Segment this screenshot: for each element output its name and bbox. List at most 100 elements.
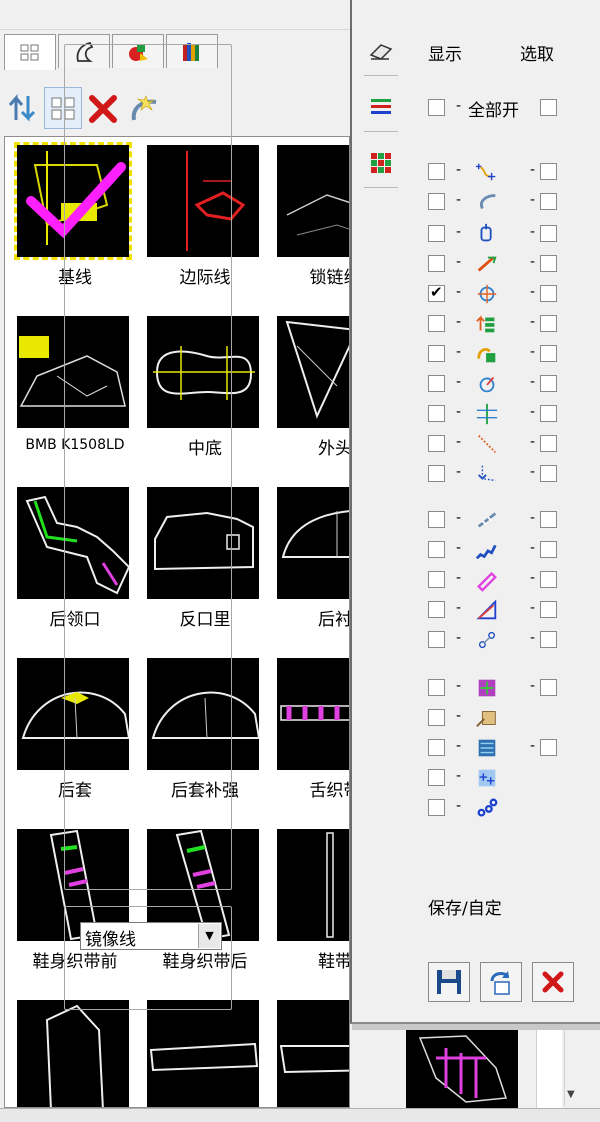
pattern-preview-icon [280, 705, 349, 721]
triangle-icon [472, 598, 502, 622]
layer-row: -- [364, 312, 557, 336]
cancel-button[interactable] [532, 962, 574, 1002]
pattern-preview-icon [418, 1035, 508, 1103]
pattern-tile[interactable] [143, 996, 268, 1107]
layer-show-checkbox[interactable] [428, 631, 445, 648]
pattern-tile[interactable]: 外头 [273, 312, 349, 472]
pattern-tile[interactable]: 鞋带 [273, 825, 349, 985]
layer-select-checkbox[interactable] [540, 193, 557, 210]
layer-show-checkbox[interactable] [428, 405, 445, 422]
layer-show-checkbox[interactable] [428, 541, 445, 558]
dash: - [530, 464, 536, 480]
layer-row: -- [364, 372, 557, 396]
layer-show-checkbox[interactable] [428, 799, 445, 816]
pattern-thumbnail[interactable] [277, 829, 349, 941]
dash: - [456, 162, 462, 178]
layer-show-checkbox[interactable] [428, 435, 445, 452]
preset-select[interactable]: 镜像线 ▼ [80, 922, 222, 950]
pattern-thumbnail[interactable] [277, 487, 349, 599]
layer-show-checkbox[interactable] [428, 571, 445, 588]
scrollbar[interactable]: ▼ [564, 1030, 582, 1106]
layer-select-checkbox[interactable] [540, 435, 557, 452]
tape-icon [472, 568, 502, 592]
pattern-tile[interactable] [13, 996, 138, 1107]
partial-thumbnail[interactable] [406, 1028, 518, 1108]
all-on-label: 全部开 [468, 101, 519, 121]
reference-icon [472, 282, 502, 306]
scroll-down-icon[interactable]: ▼ [567, 1089, 575, 1100]
texture-icon [472, 736, 502, 760]
tag-icon [472, 706, 502, 730]
layer-select-checkbox[interactable] [540, 163, 557, 180]
restore-icon [490, 971, 510, 995]
layer-select-checkbox[interactable] [540, 601, 557, 618]
layer-show-checkbox[interactable] [428, 601, 445, 618]
pattern-preview-icon [285, 320, 349, 419]
dash: - [530, 510, 536, 526]
layer-row: - [364, 766, 534, 790]
layer-select-checkbox[interactable] [540, 465, 557, 482]
layer-select-checkbox[interactable] [540, 285, 557, 302]
layer-show-checkbox[interactable] [428, 709, 445, 726]
layer-show-checkbox[interactable] [428, 679, 445, 696]
pattern-thumbnail[interactable] [277, 1000, 349, 1107]
pattern-tile[interactable]: 锁链线 [273, 141, 349, 301]
save-button[interactable] [428, 962, 470, 1002]
select-all-checkbox[interactable] [540, 99, 557, 116]
pattern-thumbnail[interactable] [17, 1000, 129, 1107]
layer-show-checkbox[interactable] [428, 163, 445, 180]
layer-show-checkbox[interactable] [428, 225, 445, 242]
layer-show-checkbox[interactable] [428, 375, 445, 392]
dash: - [530, 600, 536, 616]
restore-button[interactable] [480, 962, 522, 1002]
layer-show-checkbox[interactable] [428, 315, 445, 332]
pattern-tile[interactable]: 后衬 [273, 483, 349, 643]
pattern-preview-icon [326, 832, 334, 938]
layer-show-checkbox[interactable] [428, 769, 445, 786]
layer-select-checkbox[interactable] [540, 541, 557, 558]
layer-select-checkbox[interactable] [540, 315, 557, 332]
layer-select-checkbox[interactable] [540, 679, 557, 696]
layer-show-checkbox[interactable] [428, 255, 445, 272]
pattern-thumbnail[interactable] [277, 658, 349, 770]
dash: - [456, 738, 462, 754]
layer-select-checkbox[interactable] [540, 511, 557, 528]
zigzag-icon [472, 538, 502, 562]
chevron-down-icon[interactable]: ▼ [198, 924, 220, 948]
layer-show-checkbox[interactable] [428, 193, 445, 210]
dash: - [530, 162, 536, 178]
layer-row: -- [364, 676, 557, 700]
layer-select-checkbox[interactable] [540, 571, 557, 588]
layer-row: -- [364, 252, 557, 276]
layer-select-checkbox[interactable] [540, 375, 557, 392]
pattern-thumbnail[interactable] [147, 1000, 259, 1107]
pattern-tile[interactable] [273, 996, 349, 1107]
pattern-thumbnail[interactable] [277, 145, 349, 257]
pattern-thumbnail[interactable] [277, 316, 349, 428]
layer-select-checkbox[interactable] [540, 255, 557, 272]
layer-row: - [364, 706, 534, 730]
layer-show-checkbox[interactable] [428, 345, 445, 362]
layer-row: -- [364, 568, 557, 592]
pattern-tile[interactable]: 舌织带 [273, 654, 349, 814]
layer-show-checkbox[interactable] [428, 511, 445, 528]
layer-select-checkbox[interactable] [540, 739, 557, 756]
sort-button[interactable] [4, 87, 42, 129]
layer-select-checkbox[interactable] [540, 225, 557, 242]
dash: - [456, 464, 462, 480]
show-all-checkbox[interactable] [428, 99, 445, 116]
dash: - [456, 98, 462, 114]
window-shadow [352, 1024, 600, 1030]
dash: - [456, 344, 462, 360]
layer-show-checkbox[interactable] [428, 283, 445, 302]
layer-row: -- [364, 462, 557, 486]
eraser-button[interactable] [364, 26, 398, 76]
layer-show-checkbox[interactable] [428, 465, 445, 482]
layer-select-checkbox[interactable] [540, 631, 557, 648]
layer-show-checkbox[interactable] [428, 739, 445, 756]
tab-patterns[interactable] [4, 34, 56, 70]
layer-select-checkbox[interactable] [540, 345, 557, 362]
layer-row: -- [364, 538, 557, 562]
layer-select-checkbox[interactable] [540, 405, 557, 422]
dash: - [456, 570, 462, 586]
